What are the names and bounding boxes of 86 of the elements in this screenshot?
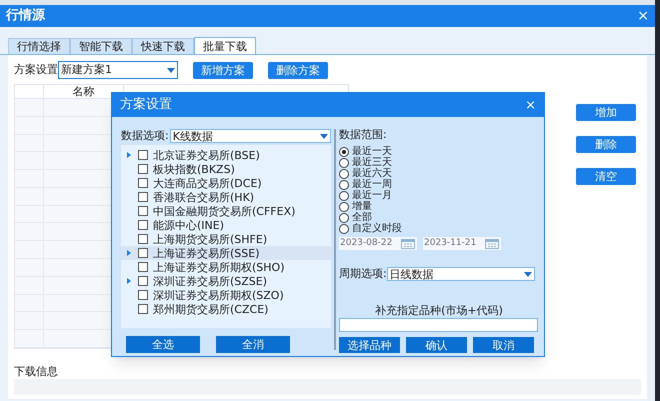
dropdown-caret-icon — [524, 272, 532, 276]
market-label: 上海期货交易所(SHFE) — [153, 234, 268, 244]
radio-button[interactable] — [339, 180, 349, 190]
expand-arrow-icon[interactable] — [127, 152, 131, 158]
market-list-item[interactable]: 上海证券交易所期权(SHO) — [121, 260, 331, 274]
action-button[interactable]: 删除 — [576, 136, 636, 153]
dialog-title: 方案设置 — [120, 96, 172, 114]
market-label: 香港联合交易所(HK) — [153, 192, 254, 202]
radio-button[interactable] — [339, 168, 349, 178]
radio-button[interactable] — [339, 158, 349, 168]
data-option-dropdown[interactable]: K线数据 — [170, 129, 331, 143]
radio-label: 增量 — [352, 202, 372, 212]
market-label: 大连商品交易所(DCE) — [153, 178, 262, 188]
action-button[interactable]: 取消 — [473, 337, 534, 353]
tab[interactable]: 智能下载 — [70, 38, 132, 54]
radio-label: 最近三天 — [352, 158, 392, 168]
market-list-item[interactable]: 大连商品交易所(DCE) — [121, 176, 331, 190]
period-label: 周期选项: — [339, 266, 387, 282]
range-label: 数据范围: — [339, 129, 388, 141]
action-button[interactable]: 删除方案 — [268, 62, 328, 78]
tab[interactable]: 行情选择 — [8, 38, 70, 54]
radio-label: 自定义时段 — [352, 224, 402, 234]
checkbox[interactable] — [138, 164, 148, 174]
expand-arrow-icon[interactable] — [127, 278, 131, 284]
market-list-item[interactable]: 中国金融期货交易所(CFFEX) — [121, 204, 331, 218]
expand-arrow-icon[interactable] — [127, 250, 131, 256]
window-title: 行情源 — [6, 7, 45, 26]
market-list-item[interactable]: 上海期货交易所(SHFE) — [121, 232, 331, 246]
checkbox[interactable] — [138, 234, 148, 244]
checkbox[interactable] — [138, 276, 148, 286]
close-button[interactable]: × — [637, 9, 649, 23]
tab[interactable]: 批量下载 — [194, 37, 256, 54]
radio-button[interactable] — [339, 224, 349, 234]
market-label: 中国金融期货交易所(CFFEX) — [153, 206, 296, 216]
checkbox[interactable] — [138, 220, 148, 230]
checkbox[interactable] — [138, 150, 148, 160]
checkbox[interactable] — [138, 206, 148, 216]
checkbox[interactable] — [138, 290, 148, 300]
radio-button[interactable] — [339, 212, 349, 222]
market-list-item[interactable]: 板块指数(BKZS) — [121, 162, 331, 176]
tab[interactable]: 快速下载 — [132, 38, 194, 54]
action-button[interactable]: 选择品种 — [339, 337, 400, 353]
market-label: 深圳证券交易所期权(SZO) — [153, 290, 284, 300]
action-button[interactable]: 全消 — [216, 336, 290, 353]
market-label: 郑州期货交易所(CZCE) — [153, 304, 268, 314]
extra-symbols-field[interactable] — [339, 318, 538, 332]
checkbox[interactable] — [138, 262, 148, 272]
radio-label: 最近一周 — [352, 180, 392, 190]
market-label: 板块指数(BKZS) — [153, 164, 235, 174]
radio-button[interactable] — [339, 190, 349, 200]
download-info-label: 下载信息 — [14, 365, 59, 379]
market-list-item[interactable]: 郑州期货交易所(CZCE) — [121, 302, 331, 316]
market-label: 能源中心(INE) — [153, 220, 224, 230]
close-button[interactable]: × — [525, 98, 536, 112]
market-label: 北京证券交易所(BSE) — [153, 150, 260, 160]
market-label: 上海证券交易所期权(SHO) — [153, 262, 284, 272]
checkbox[interactable] — [138, 178, 148, 188]
checkbox[interactable] — [138, 248, 148, 258]
action-button[interactable]: 新增方案 — [193, 62, 253, 78]
market-list-item[interactable]: 上海证券交易所(SSE) — [121, 246, 331, 260]
radio-label: 最近一月 — [352, 190, 392, 200]
checkbox[interactable] — [138, 192, 148, 202]
radio-label: 最近一天 — [352, 146, 392, 156]
extra-symbols-label: 补充指定品种(市场+代码) — [374, 305, 504, 317]
action-button[interactable]: 清空 — [576, 168, 636, 185]
market-list-item[interactable]: 能源中心(INE) — [121, 218, 331, 232]
scheme-dropdown[interactable]: 新建方案1 — [58, 61, 178, 79]
market-list-item[interactable]: 深圳证券交易所期权(SZO) — [121, 288, 331, 302]
period-dropdown[interactable]: 日线数据 — [386, 267, 535, 281]
checkbox[interactable] — [138, 304, 148, 314]
dropdown-caret-icon — [167, 68, 175, 72]
data-option-label: 数据选项: — [121, 128, 169, 144]
scheme-label: 方案设置 — [14, 62, 58, 78]
action-button[interactable]: 全选 — [126, 336, 200, 353]
radio-label: 最近六天 — [352, 168, 392, 178]
dropdown-caret-icon — [320, 134, 328, 138]
market-list-item[interactable]: 香港联合交易所(HK) — [121, 190, 331, 204]
market-label: 深圳证券交易所(SZSE) — [153, 276, 268, 286]
action-button[interactable]: 确认 — [406, 337, 467, 353]
radio-label: 全部 — [352, 212, 372, 222]
market-list-item[interactable]: 深圳证券交易所(SZSE) — [121, 274, 331, 288]
radio-button[interactable] — [339, 202, 349, 212]
action-button[interactable]: 增加 — [576, 104, 636, 121]
radio-button[interactable] — [339, 146, 349, 156]
market-label: 上海证券交易所(SSE) — [153, 248, 260, 258]
market-list-item[interactable]: 北京证券交易所(BSE) — [121, 148, 331, 162]
